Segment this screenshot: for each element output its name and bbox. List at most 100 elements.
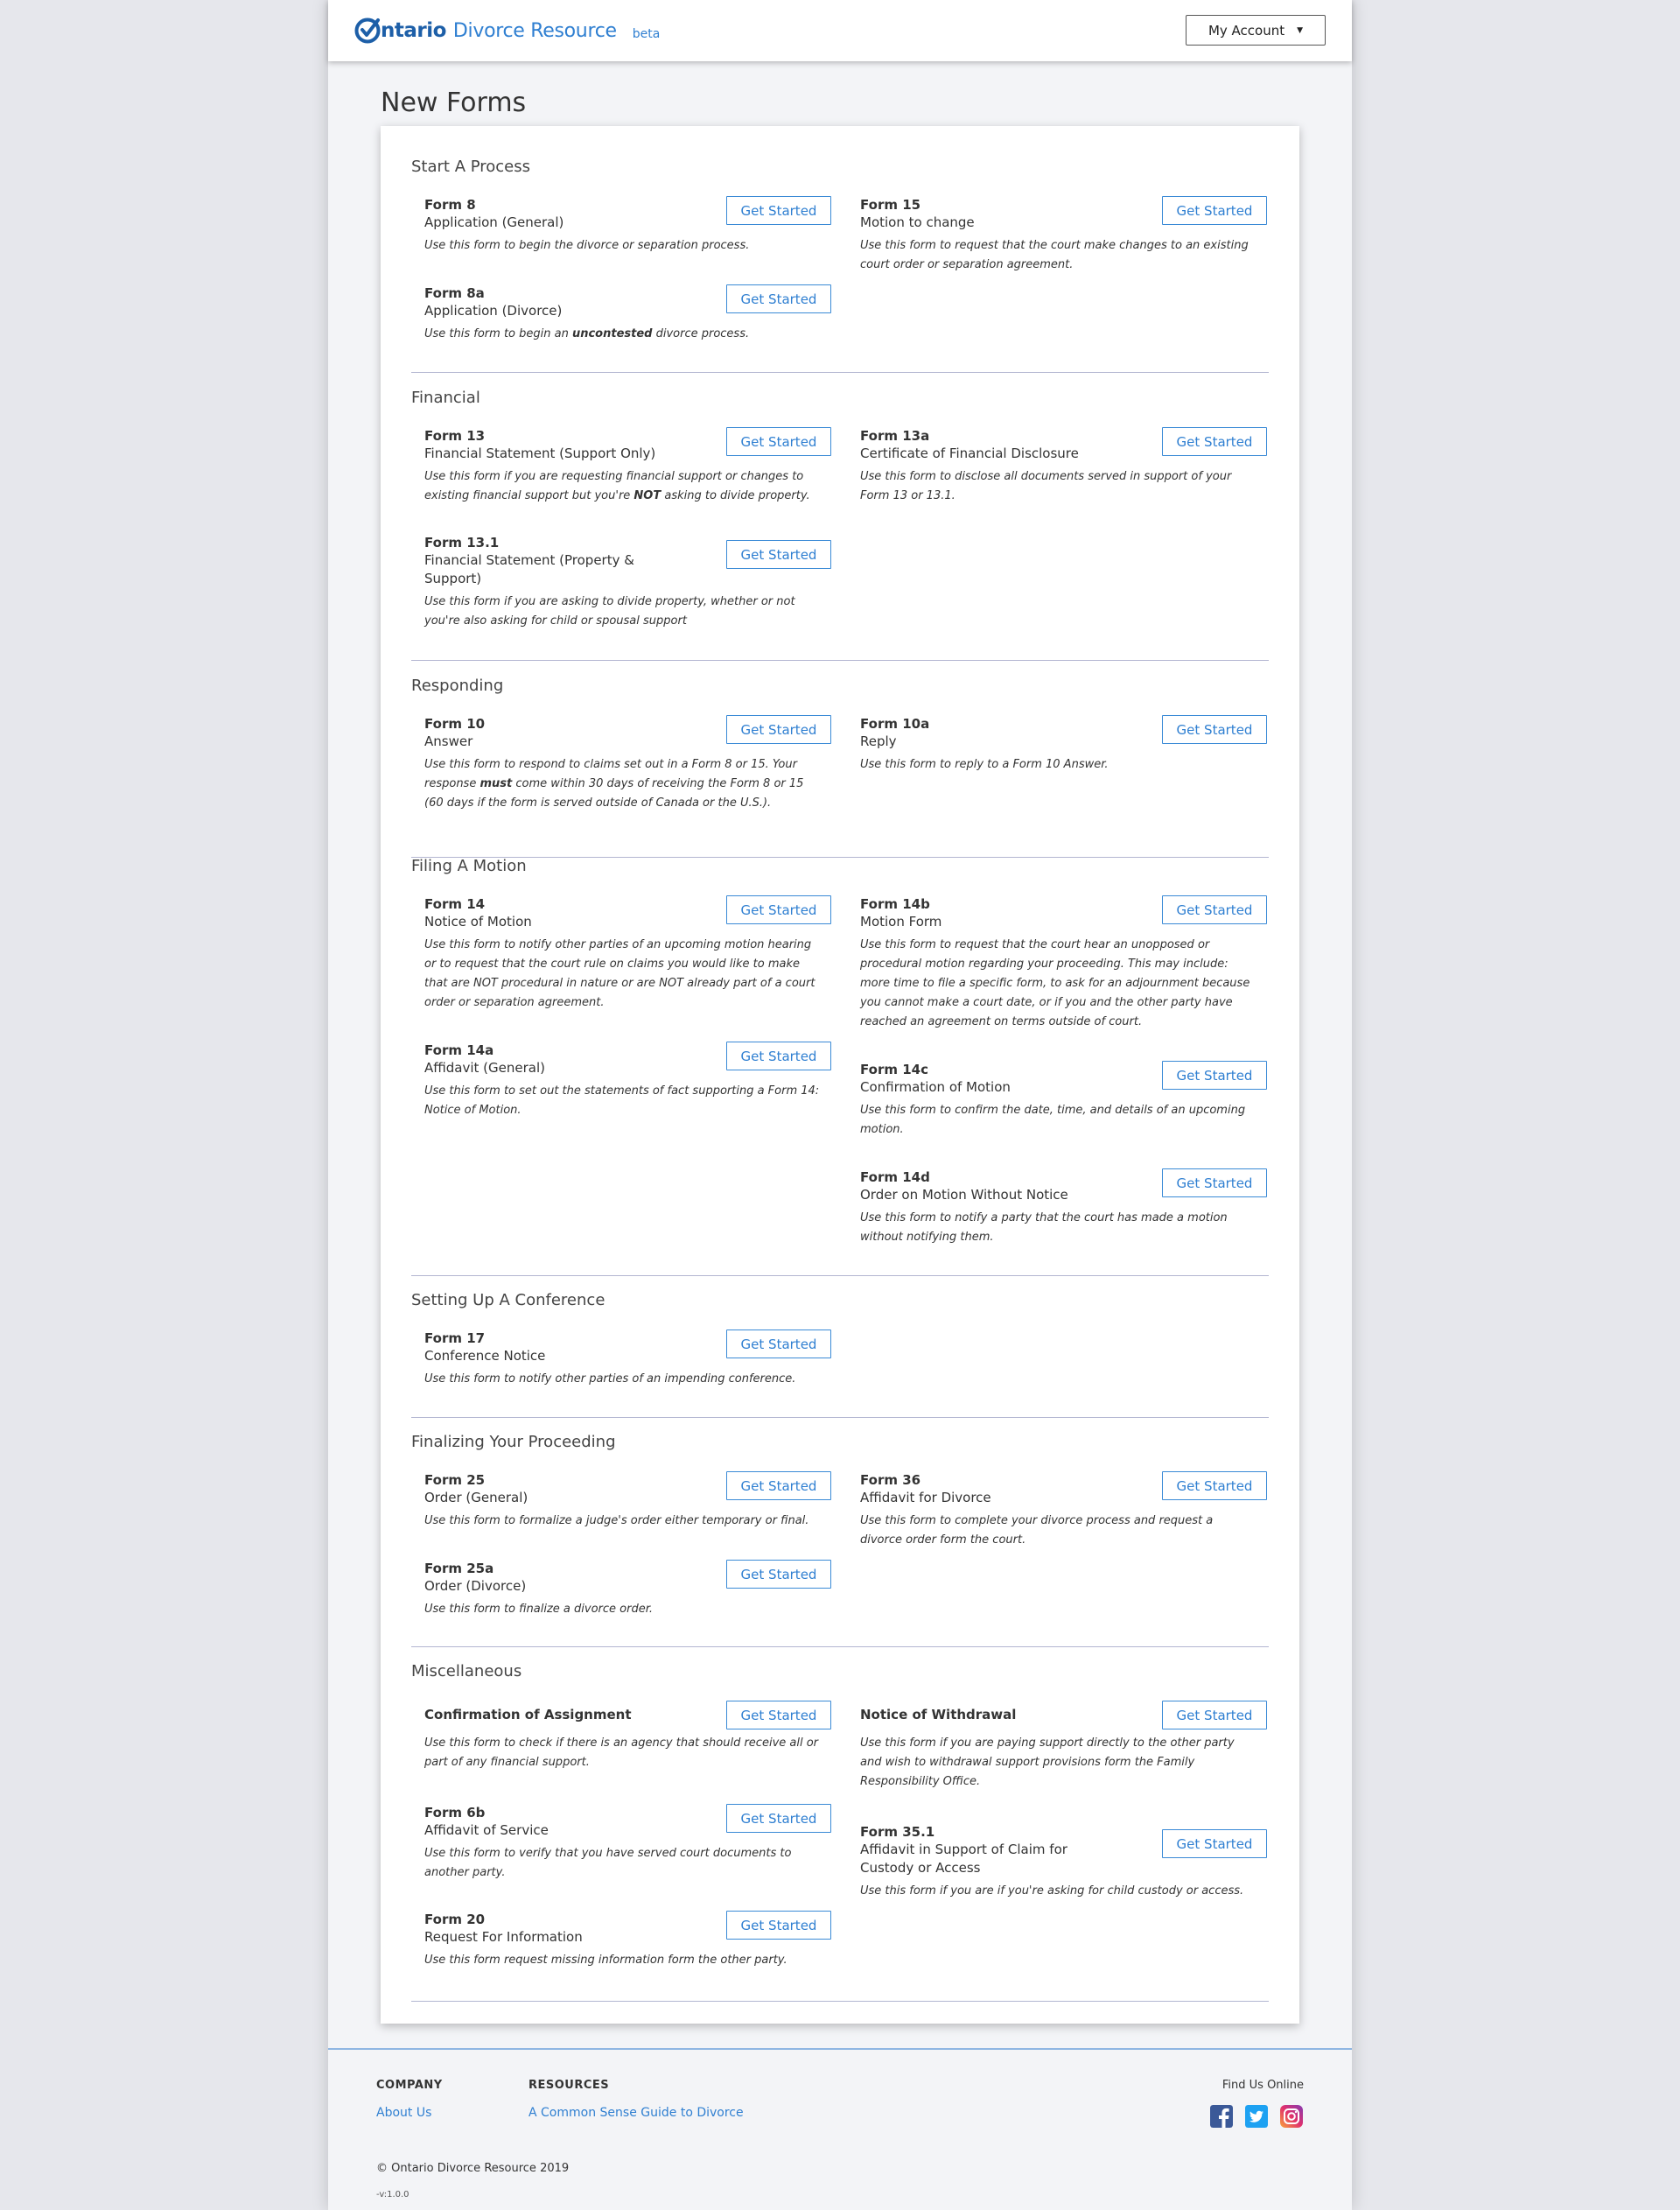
brand-logo[interactable]: ntario Divorce Resource beta xyxy=(354,14,660,47)
get-started-button[interactable]: Get Started xyxy=(726,284,831,313)
form-item-14a: Form 14a Affidavit (General) Use this fo… xyxy=(424,1042,831,1120)
section-miscellaneous: Miscellaneous Confirmation of Assignment… xyxy=(411,1662,1269,2002)
version-text: -v:1.0.0 xyxy=(376,2190,410,2199)
form-description: Use this form request missing informatio… xyxy=(424,1954,788,1967)
forms-card: Start A Process Form 8 Application (Gene… xyxy=(381,126,1299,2024)
form-name: Conference Notice xyxy=(424,1348,546,1364)
brand-name-strong: ntario xyxy=(381,19,446,42)
get-started-button[interactable]: Get Started xyxy=(726,196,831,225)
form-name: Financial Statement (Support Only) xyxy=(424,446,656,461)
form-item-13: Form 13 Financial Statement (Support Onl… xyxy=(424,427,831,506)
get-started-button[interactable]: Get Started xyxy=(1162,427,1267,456)
get-started-button[interactable]: Get Started xyxy=(1162,1701,1267,1729)
section-finalizing-your-proceeding: Finalizing Your Proceeding Form 25 Order… xyxy=(411,1433,1269,1647)
caret-down-icon: ▼ xyxy=(1297,25,1304,35)
form-description: Use this form to request that the court … xyxy=(860,938,1250,1028)
form-name: Motion to change xyxy=(860,214,975,230)
form-name: Reply xyxy=(860,733,897,749)
form-item-14d: Form 14d Order on Motion Without Notice … xyxy=(860,1168,1267,1247)
form-description: Use this form to begin an uncontested di… xyxy=(424,327,750,340)
section-setting-up-a-conference: Setting Up A Conference Form 17 Conferen… xyxy=(411,1291,1269,1418)
form-item-10a: Form 10a Reply Use this form to reply to… xyxy=(860,715,1267,775)
form-item-20: Form 20 Request For Information Use this… xyxy=(424,1911,831,1970)
get-started-button[interactable]: Get Started xyxy=(1162,196,1267,225)
find-us-online-label: Find Us Online xyxy=(1222,2079,1304,2092)
get-started-button[interactable]: Get Started xyxy=(726,1701,831,1729)
form-description: Use this form to complete your divorce p… xyxy=(860,1514,1214,1547)
form-description: Use this form if you are if you're askin… xyxy=(860,1884,1244,1898)
get-started-button[interactable]: Get Started xyxy=(1162,1471,1267,1500)
twitter-icon[interactable] xyxy=(1245,2105,1268,2128)
get-started-button[interactable]: Get Started xyxy=(726,1804,831,1833)
form-item-14c: Form 14c Confirmation of Motion Use this… xyxy=(860,1061,1267,1140)
form-description: Use this form to request that the court … xyxy=(860,239,1249,271)
get-started-button[interactable]: Get Started xyxy=(726,715,831,744)
get-started-button[interactable]: Get Started xyxy=(1162,1829,1267,1858)
section-title: Start A Process xyxy=(411,158,531,176)
about-us-link[interactable]: About Us xyxy=(376,2106,431,2120)
get-started-button[interactable]: Get Started xyxy=(1162,895,1267,924)
form-description: Use this form to finalize a divorce orde… xyxy=(424,1603,653,1616)
form-item-6b: Form 6b Affidavit of Service Use this fo… xyxy=(424,1804,831,1883)
form-name: Affidavit (General) xyxy=(424,1060,545,1076)
section-title: Filing A Motion xyxy=(411,857,527,875)
get-started-button[interactable]: Get Started xyxy=(726,1560,831,1589)
form-name: Motion Form xyxy=(860,914,942,930)
section-start-a-process: Start A Process Form 8 Application (Gene… xyxy=(411,158,1269,373)
common-sense-guide-link[interactable]: A Common Sense Guide to Divorce xyxy=(528,2106,744,2120)
form-item-13a: Form 13a Certificate of Financial Disclo… xyxy=(860,427,1267,506)
footer-company-heading: COMPANY xyxy=(376,2079,443,2092)
form-name: Affidavit for Divorce xyxy=(860,1490,991,1505)
get-started-button[interactable]: Get Started xyxy=(726,895,831,924)
form-item-8: Form 8 Application (General) Use this fo… xyxy=(424,196,831,256)
form-item-13-1: Form 13.1 Financial Statement (Property … xyxy=(424,534,831,631)
get-started-button[interactable]: Get Started xyxy=(1162,1168,1267,1197)
section-financial: Financial Form 13 Financial Statement (S… xyxy=(411,389,1269,661)
form-item-8a: Form 8a Application (Divorce) Use this f… xyxy=(424,284,831,344)
section-title: Financial xyxy=(411,389,480,407)
footer-resources-heading: RESOURCES xyxy=(528,2079,610,2092)
form-description: Use this form to notify a party that the… xyxy=(860,1211,1228,1244)
section-responding: Responding Form 10 Answer Use this form … xyxy=(411,677,1269,858)
form-description: Use this form to confirm the date, time,… xyxy=(860,1104,1246,1136)
form-name: Request For Information xyxy=(424,1929,583,1945)
form-name: Order (General) xyxy=(424,1490,528,1505)
ontario-check-logo-icon xyxy=(354,18,381,44)
form-item-confirmation-of-assignment: Confirmation of Assignment Use this form… xyxy=(424,1701,831,1772)
section-title: Miscellaneous xyxy=(411,1662,522,1680)
form-description: Use this form if you are requesting fina… xyxy=(424,470,810,502)
form-description: Use this form to set out the statements … xyxy=(424,1084,820,1117)
form-item-25: Form 25 Order (General) Use this form to… xyxy=(424,1471,831,1531)
form-description: Use this form if you are paying support … xyxy=(860,1736,1235,1788)
get-started-button[interactable]: Get Started xyxy=(726,540,831,569)
form-name: Notice of Motion xyxy=(424,914,532,930)
form-name: Affidavit of Service xyxy=(424,1822,549,1838)
facebook-icon[interactable] xyxy=(1210,2105,1233,2128)
form-item-35-1: Form 35.1 Affidavit in Support of Claim … xyxy=(860,1823,1267,1901)
get-started-button[interactable]: Get Started xyxy=(726,1911,831,1940)
get-started-button[interactable]: Get Started xyxy=(1162,1061,1267,1090)
page-frame: ntario Divorce Resource beta My Account … xyxy=(328,0,1352,2210)
my-account-dropdown[interactable]: My Account ▼ xyxy=(1186,15,1326,46)
form-name: Confirmation of Motion xyxy=(860,1079,1011,1095)
section-title: Setting Up A Conference xyxy=(411,1291,606,1309)
form-description: Use this form to notify other parties of… xyxy=(424,1372,796,1386)
get-started-button[interactable]: Get Started xyxy=(726,1330,831,1358)
form-name: Answer xyxy=(424,733,473,749)
form-description: Use this form to verify that you have se… xyxy=(424,1847,792,1879)
form-name: Order (Divorce) xyxy=(424,1578,527,1594)
form-item-36: Form 36 Affidavit for Divorce Use this f… xyxy=(860,1471,1267,1550)
section-filing-a-motion: Filing A Motion Form 14 Notice of Motion… xyxy=(411,857,1269,1276)
my-account-label: My Account xyxy=(1208,22,1285,39)
form-name: Application (General) xyxy=(424,214,564,230)
form-description: Use this form to disclose all documents … xyxy=(860,470,1232,502)
get-started-button[interactable]: Get Started xyxy=(726,427,831,456)
get-started-button[interactable]: Get Started xyxy=(726,1471,831,1500)
form-name: Certificate of Financial Disclosure xyxy=(860,446,1079,461)
form-description: Use this form to respond to claims set o… xyxy=(424,758,804,810)
form-item-14: Form 14 Notice of Motion Use this form t… xyxy=(424,895,831,1013)
copyright-text: © Ontario Divorce Resource 2019 xyxy=(376,2162,570,2175)
get-started-button[interactable]: Get Started xyxy=(1162,715,1267,744)
get-started-button[interactable]: Get Started xyxy=(726,1042,831,1070)
instagram-icon[interactable] xyxy=(1280,2105,1303,2128)
